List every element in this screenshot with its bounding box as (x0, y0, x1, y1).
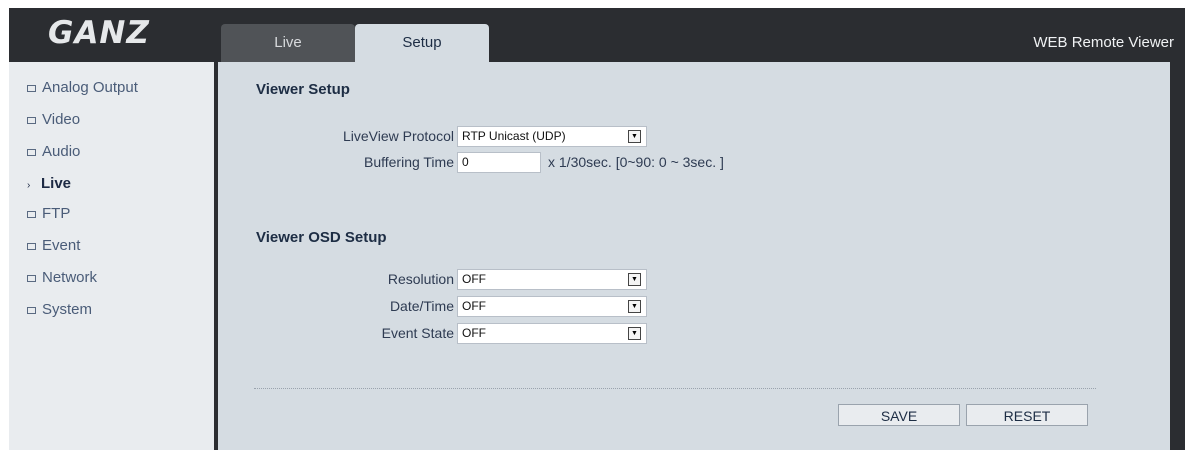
resolution-select[interactable]: OFF (457, 269, 647, 290)
reset-button[interactable]: RESET (966, 404, 1088, 426)
buffering-time-input[interactable]: 0 (457, 152, 541, 173)
bullet-icon (27, 210, 36, 218)
app-title: WEB Remote Viewer (1033, 34, 1174, 51)
sidebar-item-live[interactable]: › Live (27, 175, 71, 192)
chevron-down-icon[interactable]: ▼ (628, 130, 641, 143)
bullet-icon (27, 84, 36, 92)
save-button[interactable]: SAVE (838, 404, 960, 426)
bullet-icon (27, 148, 36, 156)
sidebar-item-label: Audio (42, 143, 81, 160)
sidebar-item-label: Network (42, 269, 98, 286)
datetime-label: Date/Time (389, 298, 454, 314)
sidebar-item-audio[interactable]: Audio (27, 143, 80, 160)
sidebar-item-video[interactable]: Video (27, 111, 80, 128)
resolution-label: Resolution (387, 271, 454, 287)
chevron-down-icon[interactable]: ▼ (628, 273, 641, 286)
chevron-down-icon[interactable]: ▼ (628, 327, 641, 340)
buffering-time-hint: x 1/30sec. [0~90: 0 ~ 3sec. ] (548, 154, 724, 170)
sidebar-item-label: Live (41, 175, 72, 192)
bullet-icon (27, 116, 36, 124)
sidebar-item-label: System (42, 301, 93, 318)
tab-live[interactable]: Live (221, 24, 355, 62)
sidebar-item-system[interactable]: System (27, 301, 92, 318)
chevron-down-icon[interactable]: ▼ (628, 300, 641, 313)
sidebar-item-label: Video (42, 111, 81, 128)
viewer-osd-setup-title: Viewer OSD Setup (256, 229, 387, 246)
sidebar-item-label: Event (42, 237, 81, 254)
sidebar-item-network[interactable]: Network (27, 269, 97, 286)
setup-panel (218, 62, 1170, 450)
sidebar-item-label: FTP (42, 205, 71, 222)
sidebar-item-ftp[interactable]: FTP (27, 205, 70, 222)
buffering-time-label: Buffering Time (363, 154, 454, 170)
liveview-protocol-label: LiveView Protocol (342, 128, 454, 144)
bullet-icon (27, 274, 36, 282)
tab-setup[interactable]: Setup (355, 24, 489, 62)
event-state-label: Event State (381, 325, 454, 341)
liveview-protocol-select[interactable]: RTP Unicast (UDP) (457, 126, 647, 147)
sidebar-item-label: Analog Output (42, 79, 138, 96)
event-state-select[interactable]: OFF (457, 323, 647, 344)
viewer-setup-title: Viewer Setup (256, 81, 350, 98)
chevron-right-icon: › (27, 180, 31, 191)
divider (254, 388, 1096, 389)
sidebar-item-event[interactable]: Event (27, 237, 80, 254)
datetime-select[interactable]: OFF (457, 296, 647, 317)
sidebar-item-analog-output[interactable]: Analog Output (27, 79, 138, 96)
ganz-logo: GANZ (48, 15, 150, 51)
bullet-icon (27, 242, 36, 250)
bullet-icon (27, 306, 36, 314)
